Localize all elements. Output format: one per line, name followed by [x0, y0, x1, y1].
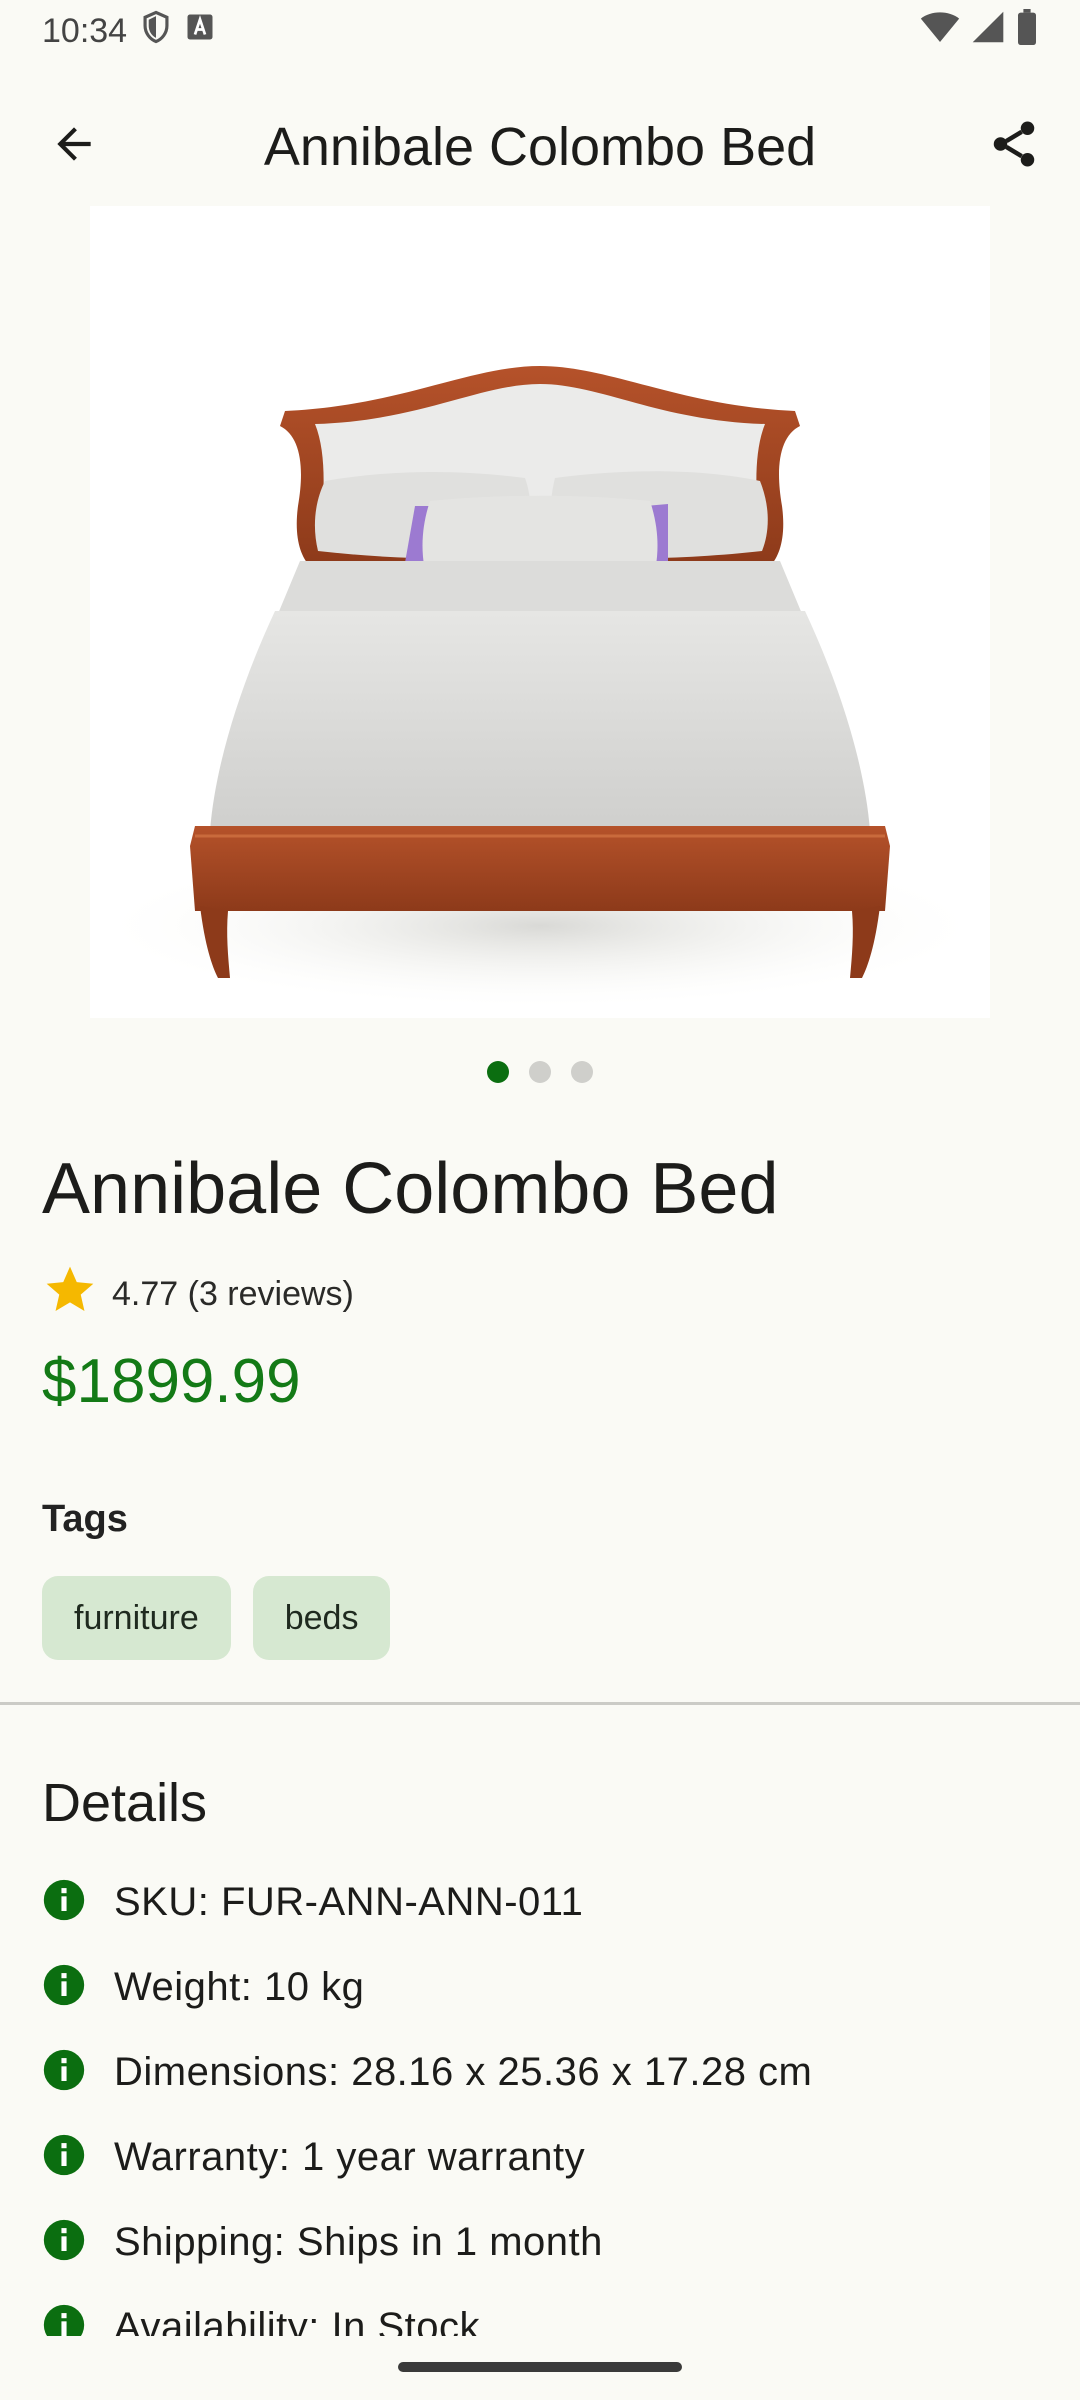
info-icon [43, 2304, 85, 2336]
info-icon [43, 2134, 85, 2176]
notification-a-icon [185, 12, 215, 51]
status-time: 10:34 [42, 11, 128, 50]
shield-icon [141, 10, 171, 53]
status-right [920, 8, 1038, 54]
signal-icon [970, 10, 1006, 53]
detail-text: Availability: In Stock [114, 2305, 480, 2336]
detail-row-dimensions: Dimensions: 28.16 x 25.36 x 17.28 cm [42, 2046, 1040, 2131]
share-icon [987, 117, 1041, 176]
page-dot-2[interactable] [529, 1061, 551, 1083]
detail-row-warranty: Warranty: 1 year warranty [42, 2131, 1040, 2216]
home-indicator[interactable] [398, 2362, 682, 2372]
product-price: $1899.99 [42, 1347, 301, 1416]
tags-list: furniture beds [42, 1576, 391, 1660]
detail-row-weight: Weight: 10 kg [42, 1961, 1040, 2046]
product-image-gallery[interactable] [0, 206, 1080, 1018]
tag-chip-beds[interactable]: beds [252, 1576, 391, 1660]
divider [0, 1702, 1080, 1705]
app-bar: Annibale Colombo Bed [0, 86, 1080, 206]
info-icon [43, 1964, 85, 2006]
tag-chip-furniture[interactable]: furniture [42, 1576, 231, 1660]
status-left: 10:34 [42, 10, 215, 53]
page-dot-1[interactable] [487, 1061, 509, 1083]
detail-row-sku: SKU: FUR-ANN-ANN-011 [42, 1876, 1040, 1961]
detail-text: Weight: 10 kg [114, 1965, 365, 2009]
wifi-icon [920, 10, 960, 53]
detail-text: Shipping: Ships in 1 month [114, 2220, 603, 2264]
status-bar: 10:34 [0, 0, 1080, 62]
tags-heading: Tags [42, 1498, 128, 1540]
detail-row-availability: Availability: In Stock [42, 2301, 1040, 2336]
rating-row: 4.77 (3 reviews) [42, 1262, 354, 1327]
star-icon [42, 1262, 98, 1327]
info-icon [43, 2219, 85, 2261]
product-title: Annibale Colombo Bed [42, 1149, 779, 1229]
info-icon [43, 1879, 85, 1921]
details-heading: Details [42, 1773, 208, 1833]
details-list: SKU: FUR-ANN-ANN-011 Weight: 10 kg Dimen… [42, 1876, 1040, 2336]
detail-text: SKU: FUR-ANN-ANN-011 [114, 1880, 584, 1924]
page-dot-3[interactable] [571, 1061, 593, 1083]
share-button[interactable] [958, 90, 1070, 202]
detail-text: Dimensions: 28.16 x 25.36 x 17.28 cm [114, 2050, 813, 2094]
info-icon [43, 2049, 85, 2091]
product-image [90, 206, 990, 1018]
detail-text: Warranty: 1 year warranty [114, 2135, 586, 2179]
page-title: Annibale Colombo Bed [263, 117, 817, 177]
rating-text: 4.77 (3 reviews) [112, 1275, 354, 1313]
battery-icon [1016, 8, 1038, 54]
gallery-page-indicator [0, 1061, 1080, 1083]
detail-row-shipping: Shipping: Ships in 1 month [42, 2216, 1040, 2301]
